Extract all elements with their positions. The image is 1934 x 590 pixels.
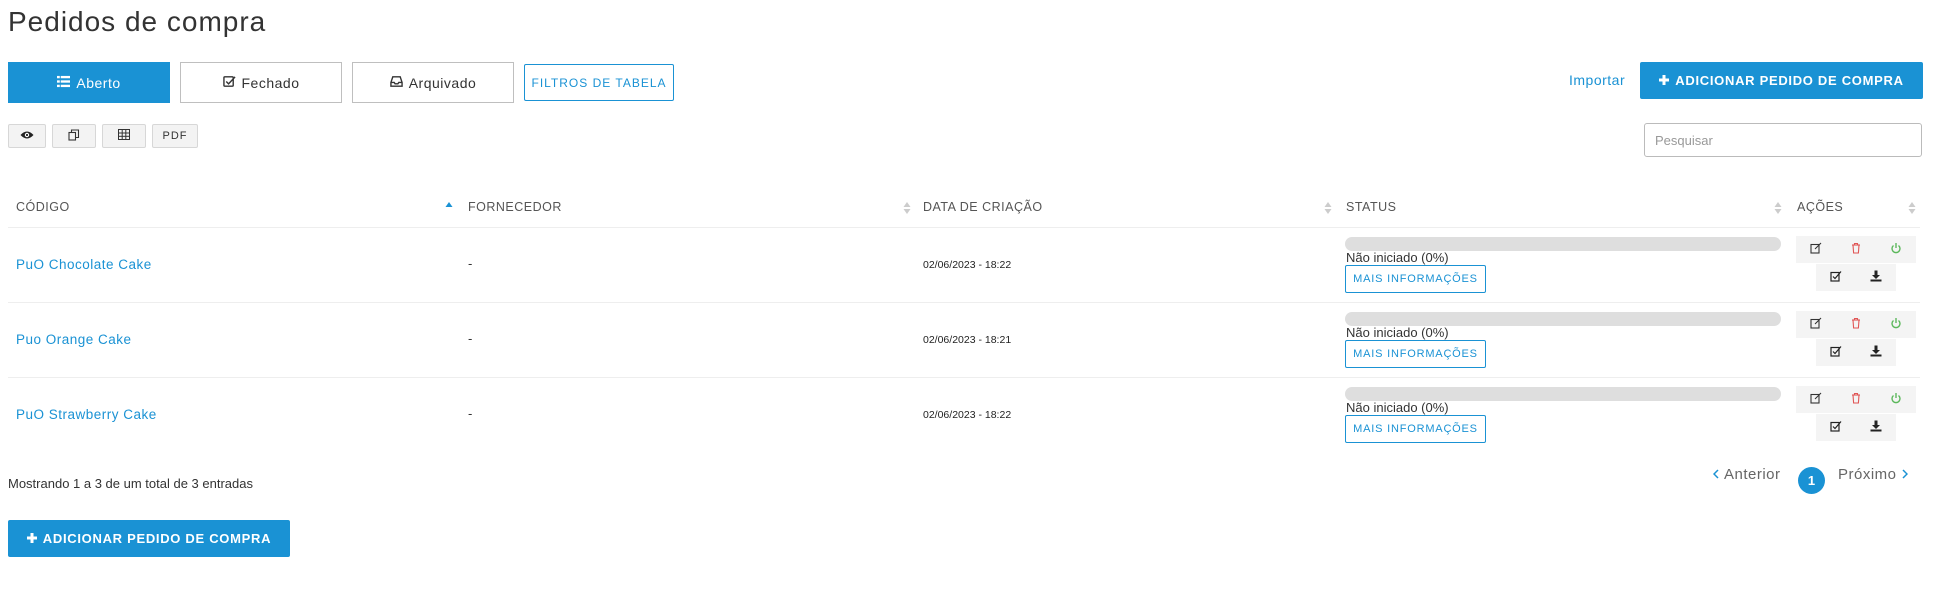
trash-icon (1850, 242, 1862, 257)
more-info-button[interactable]: MAIS INFORMAÇÕES (1345, 265, 1486, 293)
page-title: Pedidos de compra (8, 6, 267, 37)
finish-button[interactable] (1876, 386, 1916, 413)
order-code-link[interactable]: Puo Orange Cake (16, 332, 132, 347)
column-header-actions: AÇÕES (1797, 200, 1844, 214)
table-icon (118, 129, 130, 143)
delete-button[interactable] (1836, 236, 1876, 263)
eye-icon (20, 130, 34, 143)
import-link[interactable]: Importar (1569, 72, 1625, 88)
plus-icon (1659, 73, 1670, 88)
order-code-link[interactable]: PuO Chocolate Cake (16, 257, 152, 272)
check-icon (1830, 270, 1842, 285)
trash-icon (1850, 317, 1862, 332)
add-purchase-order-label: ADICIONAR PEDIDO DE COMPRA (1675, 73, 1904, 88)
status-progress-bar (1345, 312, 1781, 326)
pagination-next-label: Próximo (1838, 466, 1897, 483)
tab-fechado-label: Fechado (241, 74, 300, 91)
edit-button[interactable] (1796, 311, 1836, 338)
power-icon (1890, 317, 1902, 332)
sort-icon (1908, 200, 1916, 216)
tab-arquivado[interactable]: Arquivado (352, 62, 514, 103)
order-code-link[interactable]: PuO Strawberry Cake (16, 407, 157, 422)
status-progress-bar (1345, 387, 1781, 401)
row-divider (8, 227, 1920, 228)
more-info-button[interactable]: MAIS INFORMAÇÕES (1345, 340, 1486, 368)
download-icon (1870, 270, 1882, 285)
supplier-cell: - (468, 406, 473, 421)
finish-button[interactable] (1876, 236, 1916, 263)
sort-icon (1324, 200, 1332, 216)
chevron-right-icon (1901, 466, 1908, 483)
approve-button[interactable] (1816, 264, 1856, 291)
pagination-prev[interactable]: Anterior (1712, 466, 1781, 483)
edit-icon (1810, 242, 1822, 257)
check-icon (1830, 420, 1842, 435)
power-icon (1890, 392, 1902, 407)
download-button[interactable] (1856, 264, 1896, 291)
add-purchase-order-button[interactable]: ADICIONAR PEDIDO DE COMPRA (1640, 62, 1923, 99)
search-input[interactable] (1644, 123, 1922, 157)
row-divider (8, 377, 1920, 378)
trash-icon (1850, 392, 1862, 407)
add-purchase-order-button-bottom[interactable]: ADICIONAR PEDIDO DE COMPRA (8, 520, 290, 557)
column-header-status[interactable]: STATUS (1346, 200, 1396, 214)
column-visibility-button[interactable] (8, 124, 46, 148)
chevron-left-icon (1712, 466, 1719, 483)
download-icon (1870, 345, 1882, 360)
list-icon (57, 75, 71, 91)
sort-icon (903, 200, 911, 216)
table-info: Mostrando 1 a 3 de um total de 3 entrada… (8, 476, 253, 491)
status-progress-bar (1345, 237, 1781, 251)
supplier-cell: - (468, 256, 473, 271)
more-info-button[interactable]: MAIS INFORMAÇÕES (1345, 415, 1486, 443)
copy-icon (68, 128, 80, 144)
sort-asc-icon (445, 200, 453, 216)
tab-aberto[interactable]: Aberto (8, 62, 170, 103)
download-button[interactable] (1856, 414, 1896, 441)
tab-aberto-label: Aberto (76, 74, 121, 91)
inbox-icon (389, 75, 403, 91)
status-text: Não iniciado (0%) (1346, 325, 1449, 340)
approve-button[interactable] (1816, 339, 1856, 366)
checkbox-icon (222, 75, 236, 91)
pagination-next[interactable]: Próximo (1838, 466, 1908, 483)
add-purchase-order-label: ADICIONAR PEDIDO DE COMPRA (42, 531, 272, 546)
row-divider (8, 302, 1920, 303)
created-date-cell: 02/06/2023 - 18:22 (923, 409, 1012, 421)
check-icon (1830, 345, 1842, 360)
finish-button[interactable] (1876, 311, 1916, 338)
pagination-page-1[interactable]: 1 (1798, 467, 1825, 494)
status-text: Não iniciado (0%) (1346, 400, 1449, 415)
created-date-cell: 02/06/2023 - 18:21 (923, 334, 1012, 346)
copy-button[interactable] (52, 124, 96, 148)
edit-icon (1810, 392, 1822, 407)
sort-icon (1774, 200, 1782, 216)
delete-button[interactable] (1836, 386, 1876, 413)
status-text: Não iniciado (0%) (1346, 250, 1449, 265)
column-header-code[interactable]: CÓDIGO (16, 200, 70, 214)
download-icon (1870, 420, 1882, 435)
pdf-button[interactable]: PDF (152, 124, 198, 148)
plus-icon (26, 531, 37, 546)
column-header-created[interactable]: DATA DE CRIAÇÃO (923, 200, 1043, 214)
delete-button[interactable] (1836, 311, 1876, 338)
tab-arquivado-label: Arquivado (408, 74, 477, 91)
edit-button[interactable] (1796, 236, 1836, 263)
tab-fechado[interactable]: Fechado (180, 62, 342, 103)
edit-icon (1810, 317, 1822, 332)
approve-button[interactable] (1816, 414, 1856, 441)
column-header-supplier[interactable]: FORNECEDOR (468, 200, 562, 214)
table-filters-button[interactable]: FILTROS DE TABELA (524, 64, 674, 101)
excel-button[interactable] (102, 124, 146, 148)
edit-button[interactable] (1796, 386, 1836, 413)
supplier-cell: - (468, 331, 473, 346)
power-icon (1890, 242, 1902, 257)
pagination-prev-label: Anterior (1724, 466, 1781, 483)
download-button[interactable] (1856, 339, 1896, 366)
created-date-cell: 02/06/2023 - 18:22 (923, 259, 1012, 271)
